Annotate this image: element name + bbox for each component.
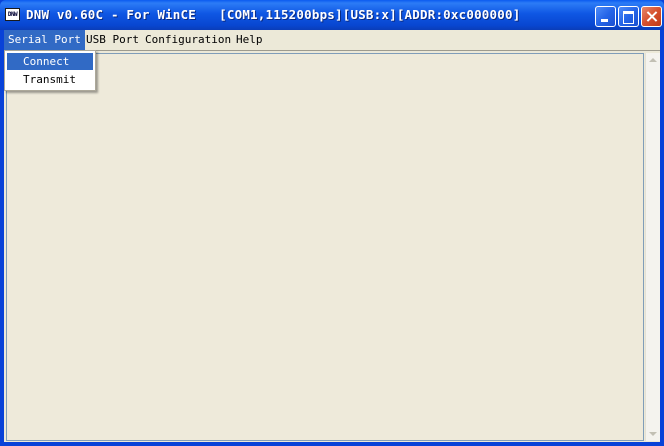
maximize-button[interactable] xyxy=(618,6,639,27)
client-area xyxy=(4,50,660,442)
menu-configuration[interactable]: Configuration xyxy=(141,30,235,50)
window-title: DNW v0.60C - For WinCE [COM1,115200bps][… xyxy=(26,7,521,22)
menu-item-transmit[interactable]: Transmit xyxy=(7,71,93,88)
minimize-button[interactable] xyxy=(595,6,616,27)
menu-help[interactable]: Help xyxy=(232,30,267,50)
title-bar[interactable]: DNW DNW v0.60C - For WinCE [COM1,115200b… xyxy=(0,0,664,30)
dnw-app-icon[interactable]: DNW xyxy=(5,8,20,21)
scroll-down-arrow-icon[interactable] xyxy=(646,426,660,441)
vertical-scrollbar[interactable] xyxy=(645,53,660,441)
app-window: DNW DNW v0.60C - For WinCE [COM1,115200b… xyxy=(0,0,664,446)
menu-serial-port[interactable]: Serial Port xyxy=(4,30,85,50)
serial-port-dropdown: Connect Transmit xyxy=(4,50,96,91)
close-button[interactable] xyxy=(641,6,662,27)
menu-bar: Serial Port USB Port Configuration Help xyxy=(4,30,660,50)
menu-item-connect[interactable]: Connect xyxy=(7,53,93,70)
output-textarea[interactable] xyxy=(6,53,644,441)
scroll-up-arrow-icon[interactable] xyxy=(646,53,660,68)
menu-usb-port[interactable]: USB Port xyxy=(82,30,143,50)
